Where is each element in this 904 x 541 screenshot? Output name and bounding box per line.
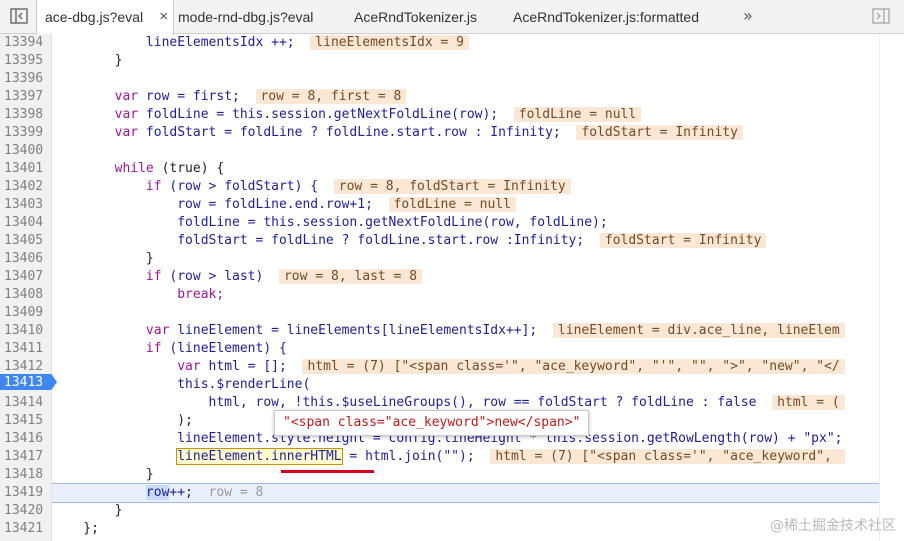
line-number[interactable]: 13400 bbox=[0, 142, 50, 160]
code-line: foldLine = this.session.getNextFoldLine(… bbox=[52, 215, 608, 230]
code-line: var foldLine = this.session.getNextFoldL… bbox=[52, 106, 642, 124]
breakpoint-line-number[interactable]: 13413 bbox=[0, 374, 50, 392]
line-number[interactable]: 13419 bbox=[0, 484, 50, 502]
inline-value: row = 8, first = 8 bbox=[255, 89, 407, 104]
more-tabs-button[interactable]: » bbox=[743, 0, 753, 34]
tab-label: AceRndTokenizer.js:formatted bbox=[513, 9, 699, 25]
tab-ace-rnd-tokenizer[interactable]: AceRndTokenizer.js bbox=[354, 0, 477, 34]
code-line: }; bbox=[52, 521, 99, 536]
tab-label: ace-dbg.js?eval bbox=[45, 9, 144, 25]
code-line: var lineElement = lineElements[lineEleme… bbox=[52, 322, 845, 340]
code-line: if (row > last) row = 8, last = 8 bbox=[52, 268, 423, 286]
line-number[interactable]: 13415 bbox=[0, 412, 50, 430]
line-number[interactable]: 13405 bbox=[0, 232, 50, 250]
watermark: @稀土掘金技术社区 bbox=[770, 518, 896, 534]
code-line: break; bbox=[52, 287, 225, 302]
tab-label: mode-rnd-dbg.js?eval bbox=[178, 9, 314, 25]
line-number[interactable]: 13418 bbox=[0, 466, 50, 484]
code-editor[interactable]: lineElementsIdx ++; lineElementsIdx = 9 … bbox=[52, 34, 904, 541]
code-line: var html = []; html = (7) ["<span class=… bbox=[52, 358, 845, 376]
sidebar-right-icon[interactable] bbox=[870, 5, 892, 27]
line-number[interactable]: 13406 bbox=[0, 250, 50, 268]
inline-value: foldLine = null bbox=[513, 107, 642, 122]
code-line: } bbox=[52, 467, 154, 482]
inline-value: html = (7) ["<span class='", "ace_keywor… bbox=[302, 359, 845, 374]
code-line: } bbox=[52, 503, 123, 518]
line-number[interactable]: 13401 bbox=[0, 160, 50, 178]
code-line: row = foldLine.end.row+1; foldLine = nul… bbox=[52, 196, 516, 214]
line-number[interactable]: 13411 bbox=[0, 340, 50, 358]
inline-value: html = (7) ["<span class='", "ace_keywor… bbox=[490, 449, 845, 464]
line-number[interactable]: 13414 bbox=[0, 394, 50, 412]
line-number[interactable]: 13396 bbox=[0, 70, 50, 88]
sidebar-left-icon[interactable] bbox=[8, 5, 30, 27]
line-number[interactable]: 13417 bbox=[0, 448, 50, 466]
inline-value: lineElement = div.ace_line, lineElem bbox=[552, 323, 845, 338]
line-number[interactable]: 13398 bbox=[0, 106, 50, 124]
line-number[interactable]: 13403 bbox=[0, 196, 50, 214]
inline-value: row = 8, foldStart = Infinity bbox=[333, 179, 571, 194]
code-line: var row = first; row = 8, first = 8 bbox=[52, 88, 407, 106]
code-line: if (lineElement) { bbox=[52, 341, 287, 356]
inline-value: foldStart = Infinity bbox=[599, 233, 767, 248]
editor-tab-bar: ace-dbg.js?eval × mode-rnd-dbg.js?eval A… bbox=[0, 0, 904, 35]
line-number[interactable]: 13394 bbox=[0, 34, 50, 52]
hovered-expression[interactable]: lineElement.innerHTML bbox=[176, 448, 343, 465]
inline-value: foldLine = null bbox=[388, 197, 516, 212]
line-number[interactable]: 13408 bbox=[0, 286, 50, 304]
line-number[interactable]: 13407 bbox=[0, 268, 50, 286]
annotation-underline bbox=[281, 470, 374, 473]
line-number[interactable]: 13410 bbox=[0, 322, 50, 340]
close-tab-icon[interactable]: × bbox=[159, 0, 168, 34]
tab-label: AceRndTokenizer.js bbox=[354, 9, 477, 25]
tab-ace-rnd-tokenizer-formatted[interactable]: AceRndTokenizer.js:formatted bbox=[513, 0, 699, 34]
line-number[interactable]: 13416 bbox=[0, 430, 50, 448]
line-number[interactable]: 13409 bbox=[0, 304, 50, 322]
code-line: if (row > foldStart) { row = 8, foldStar… bbox=[52, 178, 571, 196]
vertical-scrollbar[interactable] bbox=[879, 34, 904, 541]
tab-mode-rnd-dbg[interactable]: mode-rnd-dbg.js?eval bbox=[178, 0, 313, 34]
inline-value: row = 8 bbox=[208, 485, 264, 500]
line-number[interactable]: 13397 bbox=[0, 88, 50, 106]
code-line: } bbox=[52, 53, 123, 68]
code-line: var foldStart = foldLine ? foldLine.star… bbox=[52, 124, 743, 142]
line-number[interactable]: 13404 bbox=[0, 214, 50, 232]
code-line: this.$renderLine( bbox=[52, 377, 311, 392]
inline-value: html = ( bbox=[772, 395, 845, 410]
line-number-gutter[interactable]: 13394 13395 13396 13397 13398 13399 1340… bbox=[0, 34, 57, 541]
line-number[interactable]: 13421 bbox=[0, 520, 50, 538]
inline-value: lineElementsIdx = 9 bbox=[310, 35, 470, 50]
line-number[interactable]: 13395 bbox=[0, 52, 50, 70]
hover-value-tooltip: "<span class="ace_keyword">new</span>" bbox=[274, 410, 590, 436]
line-number[interactable]: 13399 bbox=[0, 124, 50, 142]
code-line: ); bbox=[52, 413, 193, 428]
code-line: lineElementsIdx ++; lineElementsIdx = 9 bbox=[52, 34, 470, 52]
tab-ace-dbg[interactable]: ace-dbg.js?eval × bbox=[36, 0, 174, 35]
code-line: } bbox=[52, 251, 154, 266]
code-line: foldStart = foldLine ? foldLine.start.ro… bbox=[52, 232, 767, 250]
line-number[interactable]: 13402 bbox=[0, 178, 50, 196]
inline-value: row = 8, last = 8 bbox=[278, 269, 423, 284]
code-line: lineElement.innerHTML = html.join(""); h… bbox=[52, 448, 845, 466]
line-number[interactable]: 13420 bbox=[0, 502, 50, 520]
inline-value: foldStart = Infinity bbox=[576, 125, 743, 140]
current-execution-line: row++; row = 8 bbox=[52, 483, 904, 503]
code-line: while (true) { bbox=[52, 161, 225, 176]
